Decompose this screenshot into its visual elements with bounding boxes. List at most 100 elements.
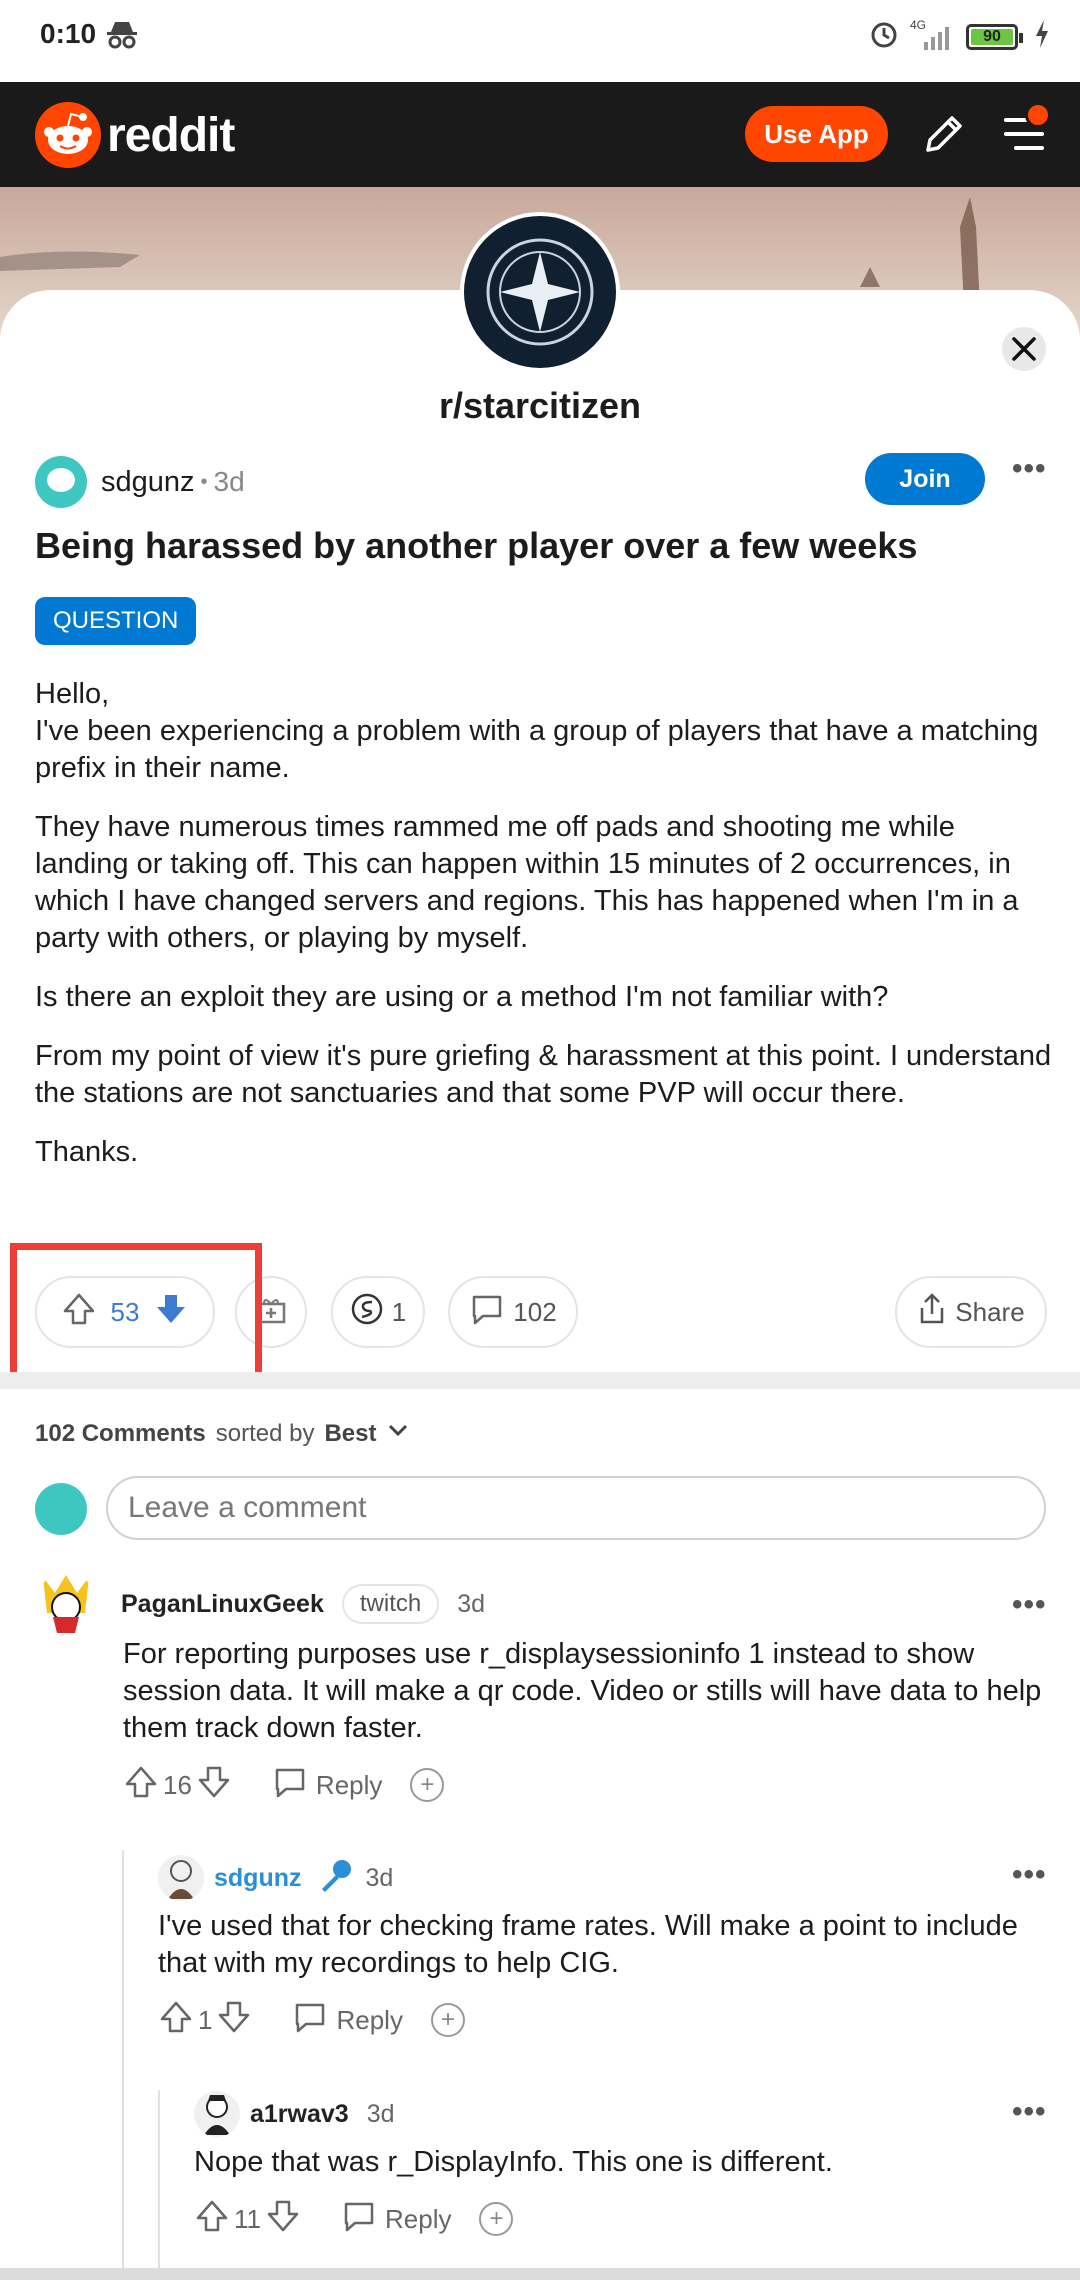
comment-actions: 1 Reply +: [158, 1996, 1048, 2044]
subreddit-name[interactable]: r/starcitizen: [0, 385, 1080, 427]
share-icon: [917, 1292, 947, 1333]
user-flair: twitch: [341, 1584, 440, 1624]
bottom-edge: [0, 2268, 1080, 2280]
post-author[interactable]: sdgunz: [101, 466, 195, 499]
post-age: 3d: [213, 466, 245, 497]
commenter-avatar[interactable]: [194, 2091, 240, 2137]
thread-line: [158, 2090, 160, 2280]
reddit-logo[interactable]: reddit: [35, 102, 235, 168]
award-button[interactable]: 1: [331, 1276, 425, 1348]
post-meta: sdgunz • 3d: [35, 455, 245, 509]
award-icon[interactable]: +: [430, 2003, 465, 2037]
post-flair[interactable]: QUESTION: [35, 597, 197, 645]
post-body: Hello, I've been experiencing a problem …: [35, 676, 1055, 1193]
reply-button[interactable]: Reply: [341, 2199, 451, 2240]
pencil-icon[interactable]: [920, 110, 968, 163]
downvote-icon[interactable]: [216, 1999, 252, 2042]
share-button[interactable]: Share: [895, 1276, 1047, 1348]
comments-button[interactable]: 102: [448, 1276, 578, 1348]
alarm-icon: [868, 18, 900, 55]
status-time: 0:10: [40, 18, 97, 49]
section-divider: [0, 1372, 1080, 1389]
comments-count-label: 102 Comments: [35, 1419, 206, 1447]
reply-button[interactable]: Reply: [292, 2000, 403, 2041]
reply-button[interactable]: Reply: [272, 1765, 382, 1806]
body-paragraph: Thanks.: [35, 1136, 139, 1168]
reply-icon: [272, 1765, 308, 1806]
comment: sdgunz 3d I've used that for checking fr…: [158, 1855, 1048, 2044]
upvote-icon[interactable]: [158, 1999, 194, 2042]
comments-sort-bar[interactable]: 102 Comments sorted by Best: [35, 1418, 410, 1449]
comment-body: For reporting purposes use r_displaysess…: [123, 1638, 1042, 1744]
upvote-icon[interactable]: [123, 1764, 159, 1807]
use-app-button[interactable]: Use App: [745, 106, 888, 162]
commenter-avatar[interactable]: [35, 1573, 97, 1635]
highlight-box: [10, 1243, 262, 1380]
share-label: Share: [955, 1296, 1025, 1327]
notification-dot: [1025, 102, 1051, 128]
comment-score: 16: [163, 1769, 192, 1800]
comment-score: 1: [198, 2004, 213, 2035]
more-icon[interactable]: •••: [1012, 1588, 1047, 1622]
comment-author[interactable]: PaganLinuxGeek: [121, 1590, 324, 1619]
comment-count: 102: [513, 1296, 557, 1327]
comment-age: 3d: [366, 2099, 395, 2128]
comment-input[interactable]: Leave a comment: [106, 1476, 1046, 1540]
close-icon[interactable]: [1002, 327, 1046, 371]
comment-header: a1rwav3 3d: [194, 2091, 1044, 2137]
comment: PaganLinuxGeek twitch 3d For reporting p…: [35, 1573, 1045, 1809]
more-icon[interactable]: •••: [1012, 2095, 1047, 2129]
downvote-icon[interactable]: [196, 1764, 232, 1807]
comment-icon: [469, 1292, 505, 1333]
comment-author[interactable]: sdgunz: [214, 1864, 302, 1893]
menu-icon[interactable]: [1000, 102, 1051, 161]
award-icon[interactable]: +: [479, 2202, 514, 2236]
comment-body: I've used that for checking frame rates.…: [158, 1910, 1018, 1979]
comment-age: 3d: [457, 1589, 486, 1618]
author-avatar[interactable]: [35, 456, 87, 508]
battery-level: 90: [971, 28, 1013, 45]
reply-icon: [341, 2199, 377, 2240]
battery-icon: 90: [966, 23, 1023, 50]
comment-header: PaganLinuxGeek twitch 3d: [35, 1573, 1045, 1635]
commenter-avatar[interactable]: [158, 1855, 204, 1901]
charging-icon: [1034, 20, 1050, 53]
award-icon: [350, 1292, 384, 1333]
reply-icon: [292, 2000, 328, 2041]
body-paragraph: From my point of view it's pure griefing…: [35, 1040, 1052, 1109]
comment-age: 3d: [365, 1863, 394, 1892]
body-paragraph: They have numerous times rammed me off p…: [35, 811, 1019, 954]
downvote-icon[interactable]: [265, 2198, 301, 2241]
reply-label: Reply: [336, 2004, 403, 2035]
user-avatar: [35, 1483, 87, 1535]
subreddit-icon: [460, 212, 620, 372]
comment-actions: 11 Reply +: [194, 2195, 1044, 2243]
thread-line: [122, 1850, 124, 2280]
comment-author[interactable]: a1rwav3: [250, 2100, 349, 2129]
comment: a1rwav3 3d Nope that was r_DisplayInfo. …: [194, 2091, 1044, 2243]
body-paragraph: Hello, I've been experiencing a problem …: [35, 678, 1039, 784]
upvote-icon[interactable]: [194, 2198, 230, 2241]
comment-body: Nope that was r_DisplayInfo. This one is…: [194, 2146, 833, 2178]
app-header: reddit Use App: [0, 82, 1080, 187]
comment-score: 11: [234, 2203, 261, 2234]
post-title: Being harassed by another player over a …: [35, 525, 918, 566]
comment-actions: 16 Reply +: [123, 1761, 1045, 1809]
reddit-logo-icon: [35, 102, 101, 168]
body-paragraph: Is there an exploit they are using or a …: [35, 981, 889, 1013]
reply-label: Reply: [385, 2203, 452, 2234]
mic-icon: [316, 1857, 354, 1900]
sorted-by-label: sorted by: [215, 1419, 315, 1447]
join-button[interactable]: Join: [865, 453, 985, 505]
signal-icon: 4G: [910, 18, 956, 52]
status-bar: 0:10 4G 90: [0, 0, 1080, 82]
award-count: 1: [391, 1296, 407, 1327]
sort-value: Best: [324, 1419, 377, 1447]
more-icon[interactable]: •••: [1012, 452, 1047, 486]
incognito-icon: [105, 20, 139, 55]
award-icon[interactable]: +: [410, 1768, 445, 1802]
chevron-down-icon: [386, 1418, 410, 1449]
brand-wordmark: reddit: [107, 108, 235, 162]
comment-header: sdgunz 3d: [158, 1855, 1048, 1901]
more-icon[interactable]: •••: [1012, 1858, 1047, 1892]
